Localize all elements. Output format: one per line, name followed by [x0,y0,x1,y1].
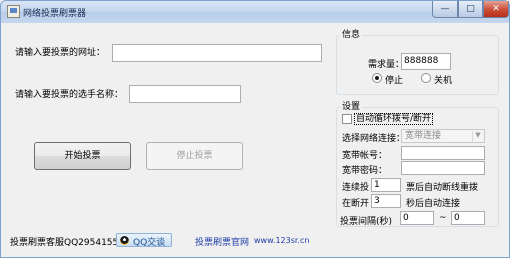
qq-penguin-icon [120,236,129,245]
window-title: 网络投票刷票器 [23,9,87,19]
consecutive-label: 连续投 [342,183,370,193]
app-window: 网络投票刷票器 — □ ✕ 请输入要投票的网址： 请输入要投票的选手名称： 开始… [0,0,510,258]
qq-chat-label: QQ交谈 [133,238,166,248]
interval-from-input[interactable]: 0 [400,211,434,225]
url-label: 请输入要投票的网址： [15,48,106,58]
qq-chat-button[interactable]: QQ交谈 [116,233,172,248]
official-site-link[interactable]: 投票刷票官网 [195,235,249,248]
start-vote-button[interactable]: 开始投票 [34,142,131,170]
auto-dial-checkbox[interactable] [342,114,352,124]
auto-dial-label[interactable]: 自动循环拨号/断开 [354,113,434,125]
consecutive-suffix: 票后自动断线重拨 [406,183,479,193]
account-label: 宽带帐号： [342,151,388,161]
interval-separator: ~ [439,213,447,223]
radio-shutdown[interactable] [421,73,431,83]
password-input[interactable] [401,161,485,175]
interval-label: 投票间隔(秒) [340,217,393,227]
settings-group-title: 设置 [340,102,363,112]
contestant-name-label: 请输入要投票的选手名称： [15,90,124,100]
password-label: 宽带密码： [342,166,388,176]
site-url-link[interactable]: www.123sr.cn [254,236,309,245]
network-label: 选择网络连接： [342,134,406,144]
app-icon [7,5,20,18]
contestant-name-input[interactable] [129,85,241,103]
minimize-button[interactable]: — [432,1,458,18]
network-select-value: 宽带连接 [405,131,442,141]
support-qq-text: 投票刷票客服QQ295415505 [10,238,130,248]
radio-shutdown-label: 关机 [434,76,453,86]
radio-stop[interactable] [372,73,382,83]
close-button[interactable]: ✕ [483,1,509,18]
radio-stop-label: 停止 [385,76,404,86]
disconnect-input[interactable]: 3 [371,194,401,208]
url-input[interactable] [112,44,322,62]
stop-vote-button[interactable]: 停止投票 [146,142,243,170]
consecutive-input[interactable]: 1 [371,178,401,192]
disconnect-suffix: 秒后自动连接 [406,199,461,209]
info-group-title: 信息 [340,30,363,40]
title-bar[interactable]: 网络投票刷票器 — □ ✕ [1,1,509,23]
account-input[interactable] [401,146,485,160]
maximize-button[interactable]: □ [458,1,483,18]
demand-input[interactable]: 888888 [401,53,451,70]
chevron-down-icon[interactable]: ▼ [472,131,483,141]
demand-label: 需求量： [368,60,405,70]
interval-to-input[interactable]: 0 [451,211,485,225]
network-select[interactable]: 宽带连接 ▼ [401,129,485,143]
disconnect-label: 在断开 [342,199,370,209]
